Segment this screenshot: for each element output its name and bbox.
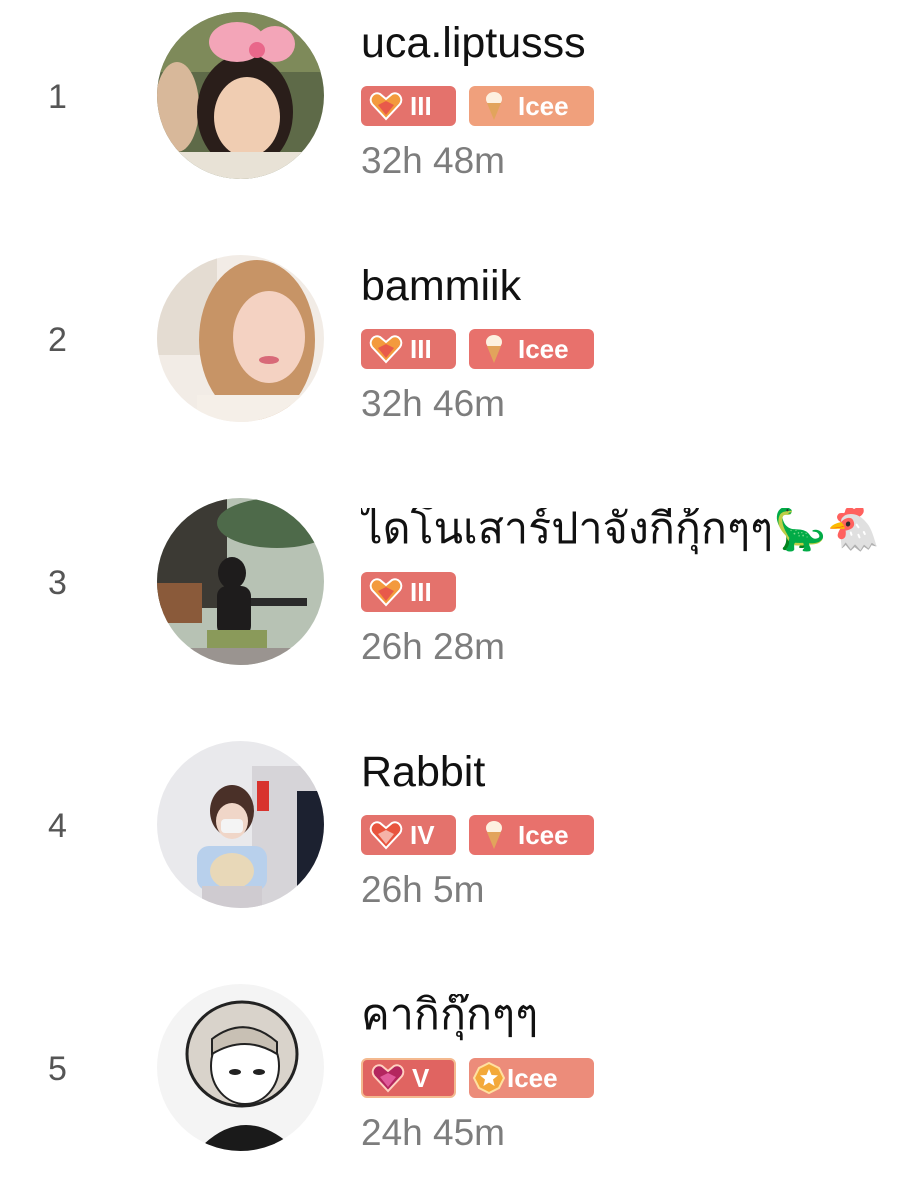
- level-badge-label: III: [410, 333, 432, 364]
- avatar[interactable]: [157, 498, 324, 665]
- level-badge: III: [361, 86, 456, 126]
- username[interactable]: คากิกุ๊กๆๆ: [361, 994, 900, 1044]
- rank-number: 2: [48, 321, 67, 359]
- fan-badge-label: Icee: [507, 1062, 558, 1093]
- username[interactable]: ไดโนเสาร์ปาจังกี้กุ้กๆๆ🦕🐔: [361, 508, 900, 558]
- heart-gem-icon: [370, 1063, 406, 1093]
- fan-badge-label: Icee: [518, 90, 569, 121]
- rank-number: 1: [48, 78, 67, 116]
- avatar[interactable]: [157, 12, 324, 179]
- leaderboard-row[interactable]: 5 คากิกุ๊กๆๆ V Icee 24h 45m: [0, 984, 900, 1184]
- avatar[interactable]: [157, 741, 324, 908]
- leaderboard-row[interactable]: 4 Rabbit IV Icee 26h 5m: [0, 741, 900, 941]
- star-medal-icon: [471, 1061, 507, 1095]
- leaderboard-row[interactable]: 3 ไดโนเสาร์ปาจังกี้กุ้กๆๆ🦕🐔 III 26h 28m: [0, 498, 900, 698]
- rank-number: 5: [48, 1050, 67, 1088]
- level-badge-label: III: [410, 576, 432, 607]
- level-badge-label: V: [412, 1062, 430, 1093]
- fan-badge-label: Icee: [518, 819, 569, 850]
- rank-number: 3: [48, 564, 67, 602]
- leaderboard-row[interactable]: 1 uca.liptusss III Icee 32h 48m: [0, 12, 900, 212]
- fan-badge: Icee: [469, 329, 594, 369]
- level-badge: III: [361, 572, 456, 612]
- level-badge-label: IV: [410, 819, 435, 850]
- rank-number: 4: [48, 807, 67, 845]
- heart-gem-icon: [368, 577, 404, 607]
- ice-cream-icon: [476, 91, 512, 121]
- level-badge: IV: [361, 815, 456, 855]
- heart-gem-icon: [368, 334, 404, 364]
- watch-time: 32h 46m: [361, 383, 505, 424]
- username[interactable]: bammiik: [361, 265, 900, 315]
- fan-badge: Icee: [469, 86, 594, 126]
- avatar[interactable]: [157, 255, 324, 422]
- leaderboard-row[interactable]: 2 bammiik III Icee 32h 46m: [0, 255, 900, 455]
- fan-badge: Icee: [469, 815, 594, 855]
- ice-cream-icon: [476, 820, 512, 850]
- username[interactable]: uca.liptusss: [361, 22, 900, 72]
- watch-time: 24h 45m: [361, 1112, 505, 1153]
- fan-badge-label: Icee: [518, 333, 569, 364]
- level-badge: III: [361, 329, 456, 369]
- heart-gem-icon: [368, 91, 404, 121]
- username[interactable]: Rabbit: [361, 751, 900, 801]
- watch-time: 26h 28m: [361, 626, 505, 667]
- level-badge: V: [361, 1058, 456, 1098]
- level-badge-label: III: [410, 90, 432, 121]
- watch-time: 26h 5m: [361, 869, 485, 910]
- avatar[interactable]: [157, 984, 324, 1151]
- heart-gem-icon: [368, 820, 404, 850]
- ice-cream-icon: [476, 334, 512, 364]
- fan-badge: Icee: [469, 1058, 594, 1098]
- watch-time: 32h 48m: [361, 140, 505, 181]
